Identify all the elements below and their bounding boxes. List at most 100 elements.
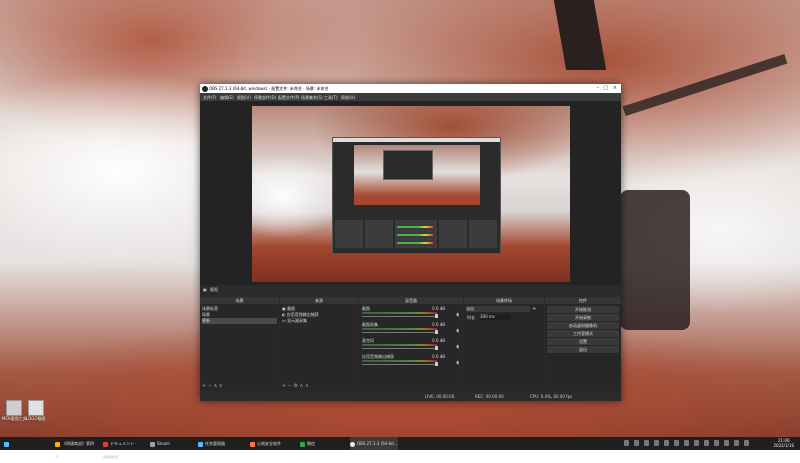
mixer-header: 混音器 <box>359 297 463 304</box>
source-item-label: 应用音频输出捕获 <box>286 312 319 317</box>
tray-icon[interactable] <box>624 440 629 446</box>
tray-icon[interactable] <box>734 440 739 446</box>
nested-sources-dock <box>365 220 393 248</box>
close-icon[interactable]: × <box>613 85 617 91</box>
volume-slider[interactable] <box>362 332 437 333</box>
tray-icon[interactable] <box>704 440 709 446</box>
tray-icon[interactable] <box>714 440 719 446</box>
menu-help[interactable]: 帮助(H) <box>341 95 355 101</box>
volume-meter <box>362 344 437 346</box>
gear-icon[interactable]: ⚙ <box>294 383 298 389</box>
taskbar-app[interactable]: 任务管理器 <box>198 437 240 450</box>
duration-input[interactable]: 300 ms <box>480 314 510 320</box>
clock-date: 2022/1/16 <box>773 443 794 448</box>
preview-canvas[interactable] <box>252 106 570 282</box>
transition-type-select[interactable]: 淡出 <box>466 306 530 312</box>
mixer-channel-db: 0.0 dB <box>432 322 445 327</box>
tray-icon[interactable] <box>694 440 699 446</box>
add-icon[interactable]: + <box>282 383 286 389</box>
start-streaming-button[interactable]: 开始推流 <box>547 306 619 313</box>
volume-slider[interactable] <box>362 348 437 349</box>
desktop-icon-app[interactable] <box>28 400 44 416</box>
volume-meter <box>362 360 437 362</box>
maximize-icon[interactable]: □ <box>603 85 608 91</box>
mixer-dock: 混音器 截图 0.0 dB ◖ 截图采集 0.0 dB ◖ 麦克风 0.0 dB… <box>359 297 463 391</box>
transitions-dock: 场景转场 淡出 + 时长 300 ms <box>464 297 544 391</box>
menu-scene-collection[interactable]: 场景集合(S) <box>301 95 323 101</box>
chevron-up-icon[interactable]: ∧ <box>300 383 304 389</box>
desktop-icon-app[interactable] <box>6 400 22 416</box>
menu-docks[interactable]: 停靠部件(D) <box>254 95 276 101</box>
status-bar: LIVE: 00:00:00 REC: 00:00:00 CPU: 0.4%, … <box>200 391 621 401</box>
tray-icon[interactable] <box>684 440 689 446</box>
nested-meter <box>397 242 433 244</box>
tray-icon[interactable] <box>674 440 679 446</box>
speaker-icon[interactable]: ◖ <box>456 344 459 350</box>
taskbar-app-active[interactable]: OBS 27.1.3 (64-bit... <box>350 437 398 450</box>
taskbar-app[interactable]: 火绒安全软件 <box>250 437 298 450</box>
taskbar-app[interactable]: Steam <box>150 437 192 450</box>
scenes-toolbar: + − ∧ ∨ <box>202 383 223 389</box>
scene-item-selected[interactable]: 更新 <box>202 318 277 324</box>
start-recording-button[interactable]: 开始录制 <box>547 314 619 321</box>
tray-icon[interactable] <box>634 440 639 446</box>
menu-tools[interactable]: 工具(T) <box>324 95 338 101</box>
menu-file[interactable]: 文件(F) <box>203 95 216 101</box>
speaker-icon[interactable]: ◖ <box>456 328 459 334</box>
studio-mode-button[interactable]: 工作室模式 <box>547 330 619 337</box>
tray-icon[interactable] <box>654 440 659 446</box>
mixer-channel-db: 0.0 dB <box>432 306 445 311</box>
settings-button[interactable]: 设置 <box>547 338 619 345</box>
volume-meter <box>362 328 437 330</box>
sources-toolbar: + − ⚙ ∧ ∨ <box>282 383 309 389</box>
exit-button[interactable]: 退出 <box>547 346 619 353</box>
volume-slider[interactable] <box>362 364 437 365</box>
mixer-channel-db: 0.0 dB <box>432 354 445 359</box>
desktop-icon-label: LOGO截图 <box>26 416 46 421</box>
controls-header: 控件 <box>545 297 621 304</box>
nested-preview-recursive <box>383 150 433 180</box>
volume-slider[interactable] <box>362 316 437 317</box>
menu-profile[interactable]: 配置文件(P) <box>278 95 300 101</box>
taskbar-app[interactable]: ドキュメント - ■■■■ <box>103 437 149 459</box>
chevron-up-icon[interactable]: ∧ <box>214 383 218 389</box>
app-icon <box>250 441 255 447</box>
chevron-down-icon[interactable]: ∨ <box>305 383 309 389</box>
title-bar[interactable]: OBS 27.1.3 (64-bit, windows) - 配置文件: 未命名… <box>200 84 621 93</box>
nested-meter <box>397 234 433 236</box>
clock[interactable]: 21:06 2022/1/16 <box>773 438 794 448</box>
taskbar-app[interactable]: 微信 <box>300 437 340 450</box>
taskbar-app-label: ドキュメント - ■■■■ <box>103 441 137 459</box>
chevron-down-icon[interactable]: ∨ <box>219 383 223 389</box>
menu-edit[interactable]: 编辑(E) <box>220 95 234 101</box>
volume-knob[interactable] <box>435 314 438 318</box>
obs-window[interactable]: OBS 27.1.3 (64-bit, windows) - 配置文件: 未命名… <box>200 84 621 401</box>
tray-icon[interactable] <box>644 440 649 446</box>
minimize-icon[interactable]: – <box>597 85 600 91</box>
obs-logo-icon <box>202 85 208 92</box>
remove-icon[interactable]: − <box>288 383 292 389</box>
tree-trunk <box>553 0 607 70</box>
tray-icon[interactable] <box>664 440 669 446</box>
add-icon[interactable]: + <box>202 383 206 389</box>
start-button[interactable] <box>4 437 13 450</box>
menu-view[interactable]: 视图(V) <box>237 95 251 101</box>
add-icon[interactable]: + <box>532 306 536 312</box>
tray-icon[interactable] <box>744 440 749 446</box>
taskbar: 《明清商战》第四章 ドキュメント - ■■■■ Steam 任务管理器 火绒安全… <box>0 437 800 459</box>
windows-icon <box>4 441 9 447</box>
source-item-label: 显示器采集 <box>287 318 308 323</box>
speaker-icon[interactable]: ◖ <box>456 312 459 318</box>
tray-icon[interactable] <box>724 440 729 446</box>
taskbar-app[interactable]: 《明清商战》第四章 <box>55 437 95 459</box>
volume-knob[interactable] <box>435 330 438 334</box>
source-item[interactable]: ▭ 显示器采集 <box>282 318 356 324</box>
volume-knob[interactable] <box>435 346 438 350</box>
nested-obs-capture <box>332 137 501 254</box>
volume-knob[interactable] <box>435 362 438 366</box>
nested-transitions-dock <box>439 220 467 248</box>
start-virtual-camera-button[interactable]: 启动虚拟摄像机 <box>547 322 619 329</box>
controls-dock: 控件 开始推流 开始录制 启动虚拟摄像机 工作室模式 设置 退出 <box>545 297 621 391</box>
remove-icon[interactable]: − <box>208 383 212 389</box>
speaker-icon[interactable]: ◖ <box>456 360 459 366</box>
